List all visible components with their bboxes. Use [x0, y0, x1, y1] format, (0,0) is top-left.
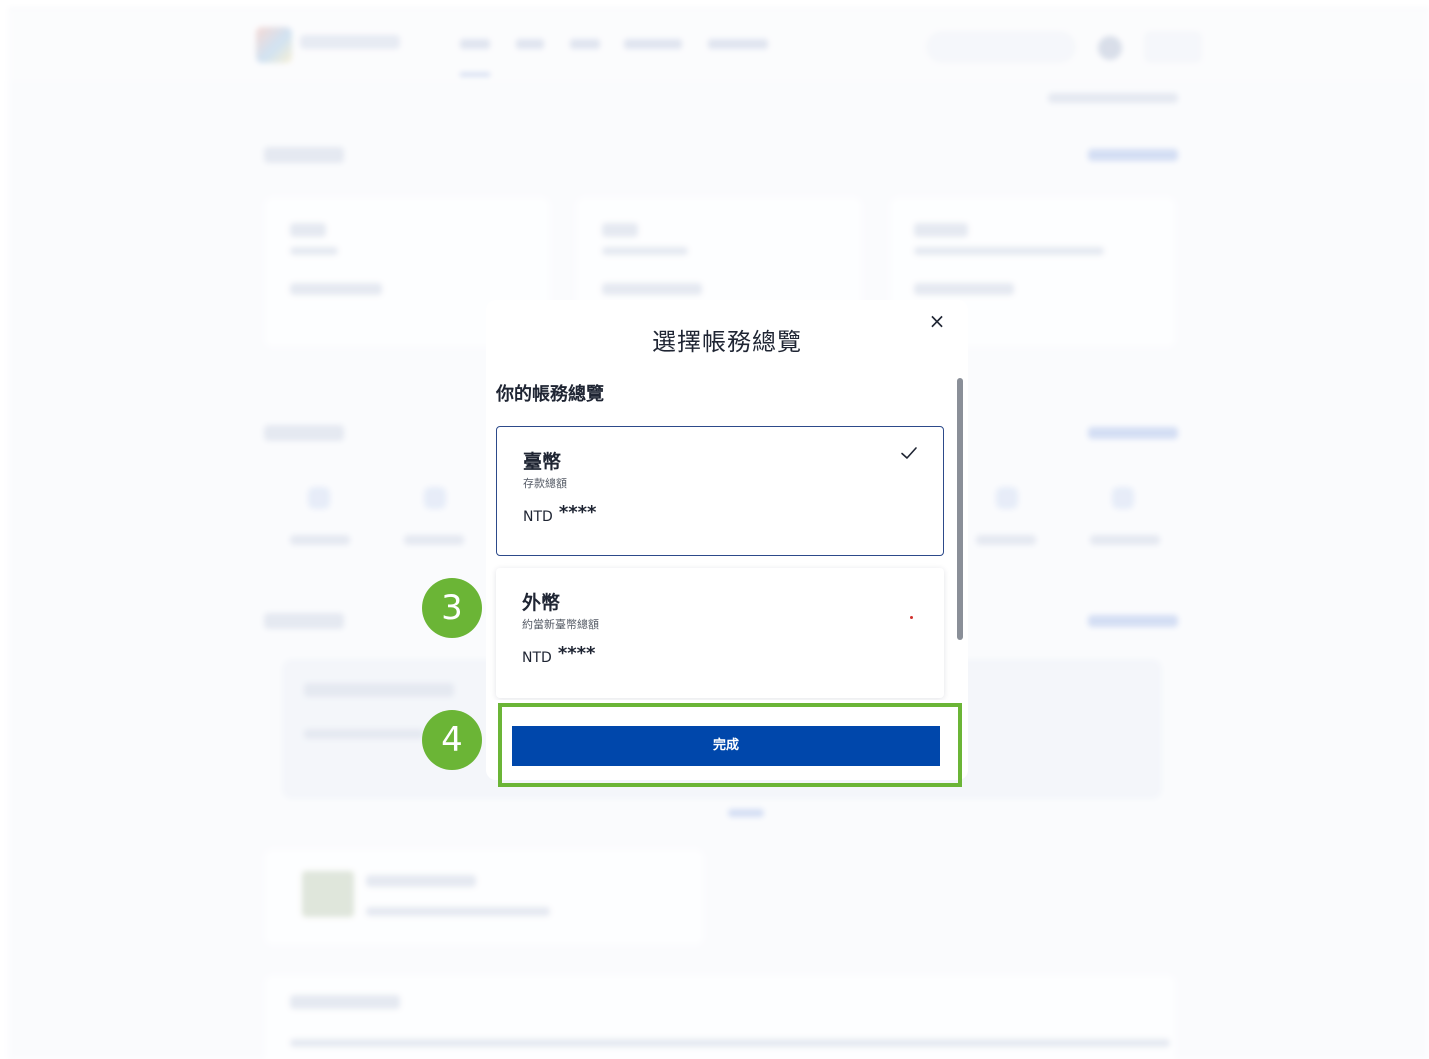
- dot-icon: [910, 616, 913, 619]
- account-subtitle: 存款總額: [523, 477, 567, 490]
- check-icon: [901, 447, 917, 459]
- done-button-highlight: [498, 703, 962, 787]
- currency-code: NTD: [522, 650, 552, 666]
- account-name: 臺幣: [523, 451, 562, 473]
- scrollbar-thumb[interactable]: [957, 378, 963, 640]
- step-3-badge: 3: [422, 578, 482, 638]
- currency-code: NTD: [523, 509, 553, 525]
- account-card-foreign[interactable]: 外幣 約當新臺幣總額 NTD ****: [496, 568, 944, 698]
- masked-amount: ****: [558, 502, 597, 523]
- dialog-title: 選擇帳務總覽: [652, 328, 802, 356]
- close-icon[interactable]: ×: [924, 308, 950, 334]
- account-amount: NTD ****: [522, 643, 596, 667]
- account-amount: NTD ****: [523, 502, 597, 526]
- account-subtitle: 約當新臺幣總額: [522, 618, 599, 631]
- account-name: 外幣: [522, 592, 561, 614]
- masked-amount: ****: [557, 643, 596, 664]
- section-label: 你的帳務總覽: [496, 384, 604, 405]
- step-4-badge: 4: [422, 710, 482, 770]
- screen: 選擇帳務總覽 × 你的帳務總覽 臺幣 存款總額 NTD **** 外幣 約當新臺幣…: [0, 0, 1429, 1059]
- account-list[interactable]: 你的帳務總覽 臺幣 存款總額 NTD **** 外幣 約當新臺幣總額 NTD ***…: [486, 378, 958, 700]
- account-card-twd[interactable]: 臺幣 存款總額 NTD ****: [496, 426, 944, 556]
